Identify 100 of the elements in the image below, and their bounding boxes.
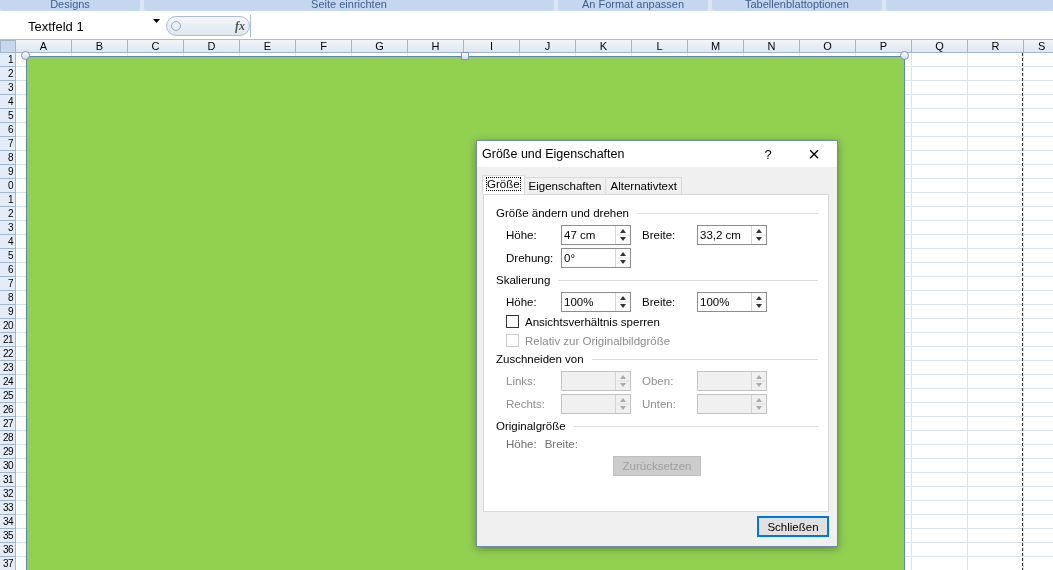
- row-header[interactable]: 9: [0, 305, 16, 319]
- row-header[interactable]: 23: [0, 361, 16, 375]
- row-header[interactable]: 34: [0, 515, 16, 529]
- field-label: Höhe:: [506, 229, 538, 241]
- spin-arrows-icon[interactable]: [615, 226, 630, 244]
- column-header[interactable]: K: [576, 40, 632, 53]
- row-header[interactable]: 22: [0, 347, 16, 361]
- row-header[interactable]: 27: [0, 417, 16, 431]
- spin-arrows-icon[interactable]: [751, 226, 766, 244]
- section-heading: Originalgröße: [496, 420, 566, 432]
- row-header[interactable]: 37: [0, 557, 16, 570]
- row-header[interactable]: 6: [0, 123, 16, 137]
- row-header[interactable]: 3: [0, 81, 16, 95]
- section-heading: Skalierung: [496, 274, 551, 286]
- row-header[interactable]: 36: [0, 543, 16, 557]
- column-header[interactable]: J: [520, 40, 576, 53]
- select-all-corner[interactable]: [0, 40, 16, 53]
- row-header[interactable]: 1: [0, 53, 16, 67]
- spin-field[interactable]: 33,2 cm: [697, 225, 767, 245]
- field-label: Höhe:: [506, 296, 538, 308]
- column-header[interactable]: G: [352, 40, 408, 53]
- column-header[interactable]: P: [856, 40, 912, 53]
- spin-field[interactable]: 100%: [561, 292, 631, 312]
- dropdown-arrow-icon[interactable]: [153, 18, 160, 23]
- field-label: Breite:: [642, 229, 677, 241]
- column-header[interactable]: D: [184, 40, 240, 53]
- row-header[interactable]: 8: [0, 291, 16, 305]
- row-header[interactable]: 26: [0, 403, 16, 417]
- row-header[interactable]: 30: [0, 459, 16, 473]
- row-header[interactable]: 8: [0, 151, 16, 165]
- row-header[interactable]: 3: [0, 221, 16, 235]
- column-header[interactable]: F: [296, 40, 352, 53]
- column-header[interactable]: R: [968, 40, 1024, 53]
- size-label: Höhe:: [506, 438, 537, 450]
- row-header[interactable]: 2: [0, 207, 16, 221]
- row-header[interactable]: 28: [0, 431, 16, 445]
- checkbox-label: Relativ zur Originalbildgröße: [525, 334, 671, 347]
- ribbon-group-label[interactable]: Designs: [0, 0, 140, 11]
- row-header[interactable]: 9: [0, 165, 16, 179]
- row-header[interactable]: 20: [0, 319, 16, 333]
- row-header[interactable]: 29: [0, 445, 16, 459]
- ribbon-group-label[interactable]: Tabellenblattoptionen: [712, 0, 882, 11]
- tab[interactable]: Größe: [482, 175, 525, 194]
- column-header[interactable]: M: [688, 40, 744, 53]
- spin-arrows-icon[interactable]: [751, 293, 766, 311]
- row-header[interactable]: 0: [0, 179, 16, 193]
- row-header[interactable]: 7: [0, 277, 16, 291]
- field-label: Rechts:: [506, 398, 546, 410]
- row-header[interactable]: 31: [0, 473, 16, 487]
- field-label: Breite:: [642, 296, 677, 308]
- size-label: Breite:: [544, 438, 578, 450]
- column-header[interactable]: I: [464, 40, 520, 53]
- column-header[interactable]: H: [408, 40, 464, 53]
- column-header[interactable]: S: [1024, 40, 1053, 53]
- spin-arrows-icon[interactable]: [615, 249, 630, 267]
- resize-handle[interactable]: [461, 52, 469, 60]
- dialog-title: Größe und Eigenschaften: [482, 147, 626, 161]
- row-header[interactable]: 4: [0, 95, 16, 109]
- spin-arrows-icon[interactable]: [615, 293, 630, 311]
- row-header[interactable]: 1: [0, 193, 16, 207]
- tab[interactable]: Alternativtext: [605, 177, 682, 194]
- tab[interactable]: Eigenschaften: [523, 177, 607, 194]
- column-header[interactable]: Q: [912, 40, 968, 53]
- column-header[interactable]: C: [128, 40, 184, 53]
- section-heading: Größe ändern und drehen: [496, 207, 629, 219]
- spin-field[interactable]: 100%: [697, 292, 767, 312]
- column-header[interactable]: E: [240, 40, 296, 53]
- row-header[interactable]: 5: [0, 109, 16, 123]
- column-header[interactable]: A: [16, 40, 72, 53]
- row-header[interactable]: 35: [0, 529, 16, 543]
- row-header[interactable]: 7: [0, 137, 16, 151]
- row-header[interactable]: 21: [0, 333, 16, 347]
- row-header[interactable]: 2: [0, 67, 16, 81]
- field-label: Drehung:: [506, 252, 555, 264]
- ribbon-group-label[interactable]: Seite einrichten: [144, 0, 554, 11]
- ribbon-group-label[interactable]: An Format anpassen: [558, 0, 708, 11]
- close-dialog-button[interactable]: Schließen: [757, 516, 829, 537]
- column-header[interactable]: B: [72, 40, 128, 53]
- function-button[interactable]: fx: [235, 18, 245, 34]
- close-button[interactable]: ×: [791, 142, 837, 166]
- section-heading: Zuschneiden von: [496, 353, 584, 365]
- resize-handle[interactable]: [21, 51, 30, 60]
- resize-handle[interactable]: [900, 51, 909, 60]
- field-label: Oben:: [642, 375, 675, 387]
- row-header[interactable]: 5: [0, 249, 16, 263]
- field-label: Unten:: [642, 398, 677, 410]
- row-header[interactable]: 6: [0, 263, 16, 277]
- spin-field[interactable]: 47 cm: [561, 225, 631, 245]
- checkbox[interactable]: [506, 315, 519, 328]
- row-header[interactable]: 25: [0, 389, 16, 403]
- row-header[interactable]: 24: [0, 375, 16, 389]
- help-button[interactable]: ?: [745, 146, 791, 162]
- spin-field[interactable]: 0°: [561, 248, 631, 268]
- row-header[interactable]: 32: [0, 487, 16, 501]
- name-box[interactable]: Textfeld 1: [0, 18, 166, 34]
- column-header[interactable]: L: [632, 40, 688, 53]
- row-header[interactable]: 4: [0, 235, 16, 249]
- row-header[interactable]: 33: [0, 501, 16, 515]
- column-header[interactable]: N: [744, 40, 800, 53]
- column-header[interactable]: O: [800, 40, 856, 53]
